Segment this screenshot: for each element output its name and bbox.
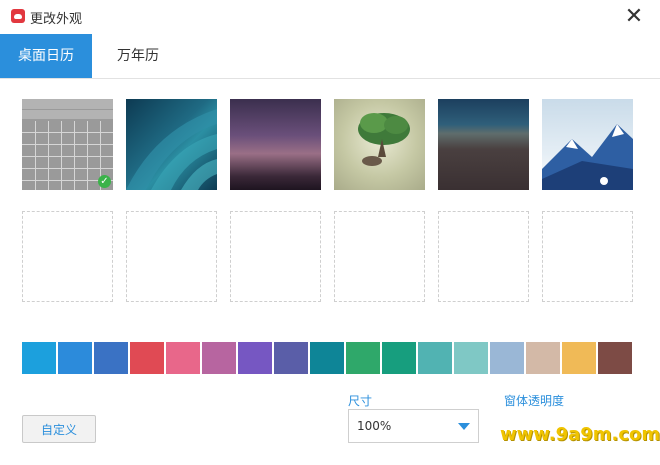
chevron-down-icon <box>458 423 470 430</box>
empty-theme-slot[interactable] <box>438 211 529 302</box>
close-icon[interactable]: ✕ <box>622 6 646 28</box>
empty-theme-slot[interactable] <box>334 211 425 302</box>
theme-thumb-ocean-horizon[interactable] <box>438 99 529 190</box>
empty-theme-slot[interactable] <box>126 211 217 302</box>
color-swatch[interactable] <box>274 342 308 374</box>
mountains-graphic <box>542 124 633 190</box>
color-swatch[interactable] <box>166 342 200 374</box>
thumb-weekday-bar <box>22 110 113 119</box>
watermark-text: www.9a9m.com <box>500 424 660 445</box>
color-swatch[interactable] <box>310 342 344 374</box>
color-swatch[interactable] <box>562 342 596 374</box>
floating-tree-graphic <box>358 113 410 166</box>
color-swatch[interactable] <box>94 342 128 374</box>
color-swatch[interactable] <box>346 342 380 374</box>
theme-thumb-purple-dusk[interactable] <box>230 99 321 190</box>
tab-desktop-calendar[interactable]: 桌面日历 <box>0 34 92 78</box>
window-title: 更改外观 <box>30 12 83 27</box>
theme-thumb-blue-mountains[interactable] <box>542 99 633 190</box>
tab-perpetual-calendar[interactable]: 万年历 <box>92 34 184 78</box>
color-swatch[interactable] <box>130 342 164 374</box>
custom-button[interactable]: 自定义 <box>22 415 96 443</box>
color-swatch[interactable] <box>598 342 632 374</box>
empty-theme-slot[interactable] <box>230 211 321 302</box>
theme-thumb-teal-leaves[interactable] <box>126 99 217 190</box>
size-select-value: 100% <box>357 419 392 433</box>
color-swatch[interactable] <box>526 342 560 374</box>
color-swatch[interactable] <box>382 342 416 374</box>
empty-theme-slot[interactable] <box>22 211 113 302</box>
color-swatch[interactable] <box>22 342 56 374</box>
empty-theme-slot[interactable] <box>542 211 633 302</box>
title-bar: 更改外观 ✕ <box>0 0 660 34</box>
theme-thumb-floating-tree[interactable] <box>334 99 425 190</box>
selected-check-icon: ✓ <box>98 175 111 188</box>
theme-thumb-calendar-grid[interactable]: ✓ <box>22 99 113 190</box>
size-label: 尺寸 <box>348 394 373 408</box>
color-swatch[interactable] <box>238 342 272 374</box>
color-swatch[interactable] <box>418 342 452 374</box>
color-swatch[interactable] <box>58 342 92 374</box>
color-swatch[interactable] <box>490 342 524 374</box>
color-swatch[interactable] <box>454 342 488 374</box>
cloud-calendar-logo-icon <box>11 9 25 23</box>
transparency-label: 窗体透明度 <box>504 394 565 408</box>
leaves-graphic <box>126 109 217 190</box>
thumb-header-bar <box>22 99 113 109</box>
color-swatch[interactable] <box>202 342 236 374</box>
tab-bar: 桌面日历 万年历 <box>0 34 660 79</box>
size-select[interactable]: 100% <box>348 409 479 443</box>
